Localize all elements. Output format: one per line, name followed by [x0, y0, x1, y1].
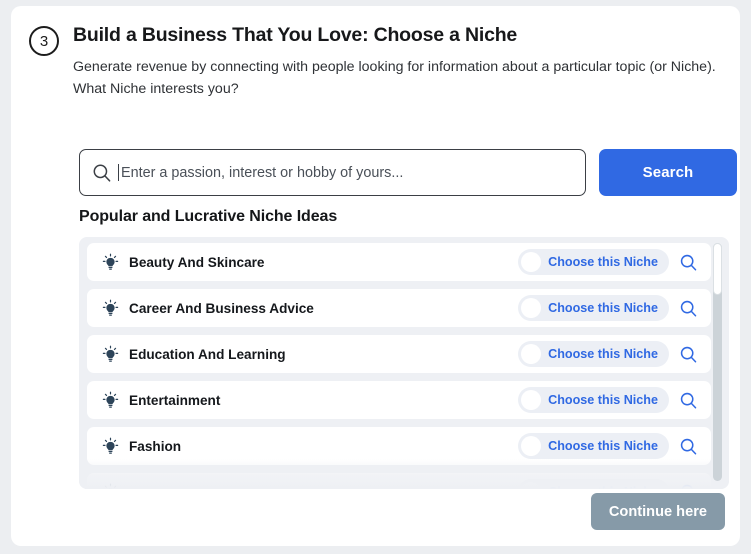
page-subtitle: Generate revenue by connecting with peop… [73, 59, 716, 98]
toggle-knob[interactable] [521, 252, 542, 272]
lightbulb-icon [102, 299, 119, 316]
niche-list: Beauty And Skincare Choose this Niche Ca… [79, 237, 719, 489]
choose-niche-toggle[interactable]: Choose this Niche [518, 433, 669, 459]
page-title: Build a Business That You Love: Choose a… [73, 24, 518, 46]
niche-list-heading: Popular and Lucrative Niche Ideas [79, 208, 338, 225]
choose-niche-toggle[interactable]: Choose this Niche [518, 341, 669, 367]
niche-row[interactable]: Entertainment Choose this Niche [87, 381, 711, 419]
lightbulb-icon [102, 437, 119, 454]
lightbulb-icon [102, 253, 119, 270]
header-row: 3 Build a Business That You Love: Choose… [29, 24, 718, 100]
niche-row[interactable]: Beauty And Skincare Choose this Niche [87, 243, 711, 281]
choose-niche-label: Choose this Niche [548, 393, 658, 407]
lightbulb-icon [104, 483, 117, 489]
search-input[interactable] [121, 150, 573, 195]
search-button[interactable]: Search [599, 149, 737, 196]
search-icon[interactable] [679, 345, 698, 364]
choose-niche-label: Choose this Niche [548, 255, 658, 269]
search-icon[interactable] [679, 253, 698, 272]
choose-niche-toggle[interactable]: Choose this Niche [518, 479, 669, 489]
niche-list-container: Beauty And Skincare Choose this Niche Ca… [79, 237, 729, 489]
niche-row[interactable]: Fashion Choose this Niche [87, 427, 711, 465]
niche-label: Career And Business Advice [129, 300, 314, 316]
list-scrollbar-track[interactable] [713, 243, 722, 481]
header-text-block: Build a Business That You Love: Choose a… [73, 24, 718, 100]
niche-row[interactable]: Career And Business Advice Choose this N… [87, 289, 711, 327]
list-scrollbar-thumb[interactable] [713, 243, 722, 295]
niche-row[interactable]: Choose this Niche [87, 473, 711, 489]
choose-niche-toggle[interactable]: Choose this Niche [518, 295, 669, 321]
search-icon[interactable] [679, 483, 698, 490]
lightbulb-icon [102, 391, 119, 408]
choose-niche-toggle[interactable]: Choose this Niche [518, 387, 669, 413]
search-icon [93, 164, 111, 182]
choose-niche-label: Choose this Niche [548, 439, 658, 453]
search-field[interactable] [79, 149, 586, 196]
search-icon[interactable] [679, 391, 698, 410]
choose-niche-label: Choose this Niche [548, 301, 658, 315]
choose-niche-label: Choose this Niche [548, 347, 658, 361]
toggle-knob[interactable] [521, 436, 542, 456]
niche-row[interactable]: Education And Learning Choose this Niche [87, 335, 711, 373]
choose-niche-label: Choose this Niche [548, 485, 658, 489]
toggle-knob[interactable] [521, 390, 542, 410]
step-number-badge: 3 [29, 26, 59, 56]
toggle-knob[interactable] [521, 344, 542, 364]
card-header: 3 Build a Business That You Love: Choose… [11, 6, 740, 100]
step-card: 3 Build a Business That You Love: Choose… [11, 6, 740, 546]
choose-niche-toggle[interactable]: Choose this Niche [518, 249, 669, 275]
search-row: Search [79, 149, 737, 196]
text-caret [118, 164, 119, 181]
niche-label: Entertainment [129, 392, 221, 408]
niche-label: Education And Learning [129, 346, 286, 362]
niche-label: Fashion [129, 438, 182, 454]
toggle-knob[interactable] [521, 482, 542, 489]
card-footer: Continue here [11, 490, 740, 546]
toggle-knob[interactable] [521, 298, 542, 318]
search-icon[interactable] [679, 299, 698, 318]
continue-button[interactable]: Continue here [590, 493, 725, 530]
lightbulb-icon [102, 345, 119, 362]
niche-label: Beauty And Skincare [129, 254, 265, 270]
search-icon[interactable] [679, 437, 698, 456]
